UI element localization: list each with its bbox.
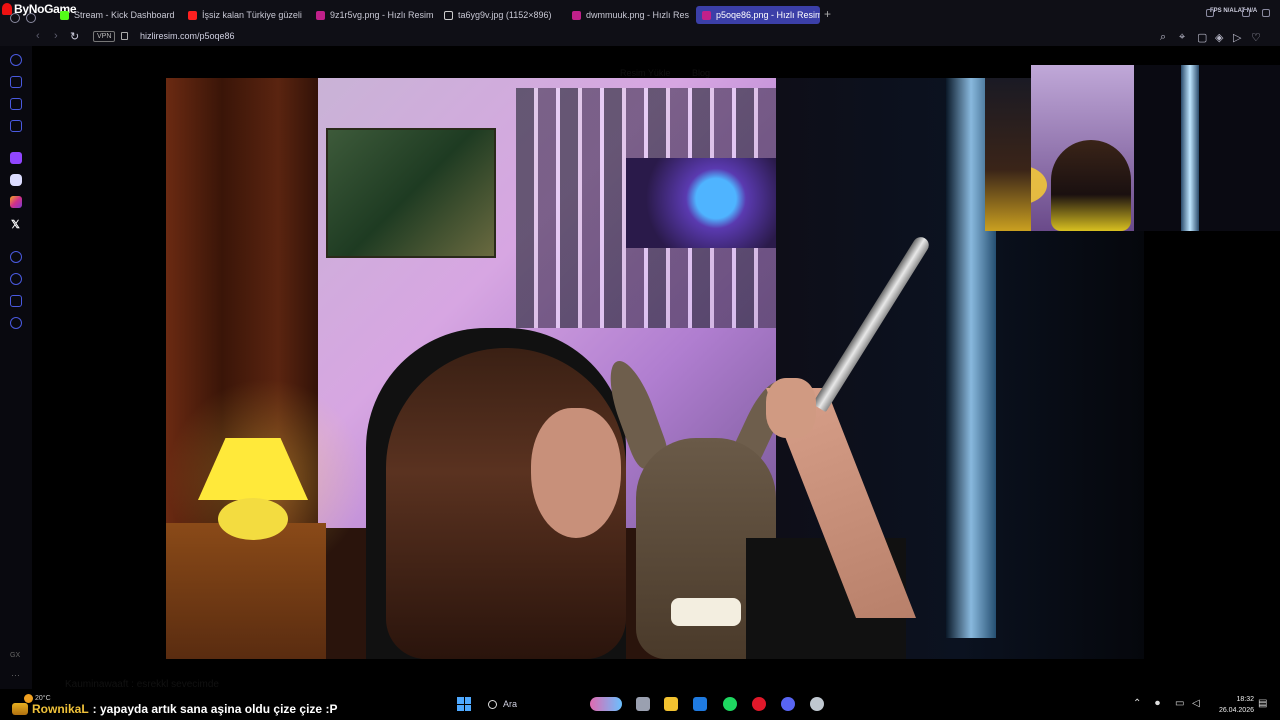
- taskbar-clock[interactable]: 18:32 26.04.2026: [1210, 694, 1254, 716]
- twitch-icon[interactable]: [10, 152, 22, 164]
- heart-icon[interactable]: ♡: [1251, 31, 1261, 44]
- gx-label[interactable]: GX: [10, 652, 20, 659]
- zoom-icon[interactable]: ⌕: [1160, 31, 1166, 44]
- hizliresim-icon: [572, 10, 581, 20]
- image-region: [766, 378, 816, 438]
- search-placeholder: Ara: [503, 699, 518, 709]
- m-icon[interactable]: [10, 120, 22, 132]
- bag-icon[interactable]: [10, 76, 22, 88]
- webcam-region: [1051, 140, 1131, 231]
- network-icon[interactable]: ▭: [1175, 698, 1184, 709]
- tab-label: Stream - Kick Dashboard: [74, 10, 175, 20]
- volume-icon[interactable]: ◁: [1192, 698, 1200, 709]
- webcam-edge: [985, 78, 1031, 231]
- hizliresim-icon: [316, 10, 325, 20]
- file-explorer-icon[interactable]: [636, 697, 650, 711]
- webcam-region: [1181, 65, 1199, 231]
- tab-hizliresim-1[interactable]: 9z1r5vg.png - Hızlı Resim: [310, 6, 438, 24]
- vpn-badge[interactable]: VPN: [93, 31, 116, 42]
- back-icon[interactable]: ‹: [36, 30, 40, 42]
- image-region: [626, 158, 776, 248]
- play-icon[interactable]: ▷: [1233, 31, 1241, 44]
- image-region: [166, 523, 326, 659]
- widget-icon[interactable]: [590, 697, 622, 711]
- search-icon: [488, 699, 497, 709]
- opera-gx-icon[interactable]: [752, 697, 766, 711]
- box-icon[interactable]: [10, 98, 22, 110]
- document-icon: [444, 10, 453, 20]
- tab-hizliresim-active[interactable]: p5oqe86.png - Hızlı Resim: [696, 6, 820, 24]
- instagram-icon[interactable]: [10, 196, 22, 208]
- microphone-icon[interactable]: ⏺: [1155, 698, 1160, 709]
- image-region: [671, 598, 741, 626]
- tab-bar: ByNoGame Stream - Kick Dashboard İşsiz k…: [0, 0, 1280, 28]
- address-bar: ‹ › ↻ VPN hizliresim.com/p5oqe86 ⌕ ⌖ ▢ ◈…: [0, 28, 1280, 46]
- tab-label: p5oqe86.png - Hızlı Resim: [716, 10, 820, 20]
- blog-link[interactable]: Blog: [692, 68, 710, 78]
- reload-icon[interactable]: ↻: [70, 30, 79, 43]
- tab-kick-dashboard[interactable]: Stream - Kick Dashboard: [54, 6, 182, 24]
- tab-hizliresim-2[interactable]: dwmmuuk.png - Hızlı Res: [566, 6, 690, 24]
- shield-icon[interactable]: ◈: [1215, 31, 1223, 44]
- mail-icon[interactable]: [693, 697, 707, 711]
- snapshot-icon[interactable]: [1206, 9, 1214, 17]
- screenshot-icon[interactable]: ▢: [1197, 31, 1207, 44]
- tab-news[interactable]: İşsiz kalan Türkiye güzeli: [182, 6, 302, 24]
- lock-icon[interactable]: [121, 32, 128, 40]
- sidebar: 𝕏 GX ···: [0, 46, 32, 689]
- image-region: [218, 498, 288, 540]
- tab-image-jpg[interactable]: ta6yg9v.jpg (1152×896): [438, 6, 566, 24]
- clock-date: 26.04.2026: [1218, 707, 1254, 714]
- webcam-overlay: [1031, 65, 1280, 231]
- discord-icon[interactable]: [781, 697, 795, 711]
- cube-icon[interactable]: [10, 295, 22, 307]
- taskbar-search[interactable]: Ara: [482, 694, 592, 714]
- notification-icon[interactable]: ▤: [1258, 698, 1267, 709]
- new-tab-button[interactable]: +: [824, 7, 831, 21]
- spotify-icon[interactable]: [723, 697, 737, 711]
- folder-icon[interactable]: [664, 697, 678, 711]
- window-menu[interactable]: [10, 13, 36, 23]
- close-icon[interactable]: [1262, 9, 1270, 17]
- youtube-icon: [188, 10, 197, 20]
- history-icon[interactable]: [10, 273, 22, 285]
- kick-icon: [60, 10, 69, 20]
- chevron-up-icon[interactable]: ⌃: [1133, 698, 1141, 709]
- more-icon[interactable]: ···: [11, 670, 20, 680]
- tab-label: ta6yg9v.jpg (1152×896): [458, 10, 552, 20]
- image-region: [326, 128, 496, 258]
- clock-time: 18:32: [1236, 696, 1254, 703]
- fps-value: N/A: [1223, 8, 1234, 14]
- minimize-icon[interactable]: [1242, 9, 1250, 17]
- pin-icon[interactable]: ⌖: [1179, 31, 1185, 44]
- workspace-icon[interactable]: [26, 13, 36, 23]
- image-region: [531, 408, 621, 538]
- url-field[interactable]: hizliresim.com/p5oqe86: [140, 31, 235, 41]
- tab-label: dwmmuuk.png - Hızlı Res: [586, 10, 690, 20]
- upload-link[interactable]: Resim Yükle: [620, 68, 670, 78]
- hizliresim-icon: [702, 10, 711, 20]
- x-icon[interactable]: 𝕏: [11, 218, 20, 231]
- menu-icon[interactable]: [10, 13, 20, 23]
- settings-icon[interactable]: [10, 317, 22, 329]
- forward-icon[interactable]: ›: [54, 30, 58, 42]
- radar-icon[interactable]: [10, 54, 22, 66]
- discord-icon[interactable]: [10, 174, 22, 186]
- steam-icon[interactable]: [810, 697, 824, 711]
- tab-label: İşsiz kalan Türkiye güzeli: [202, 10, 302, 20]
- windows-start-icon[interactable]: [457, 697, 471, 711]
- play-icon[interactable]: [10, 251, 22, 263]
- tab-label: 9z1r5vg.png - Hızlı Resim: [330, 10, 434, 20]
- taskbar: Ara ⌃ ⏺ ▭ ◁ 18:32 26.04.2026 ▤: [0, 689, 1280, 720]
